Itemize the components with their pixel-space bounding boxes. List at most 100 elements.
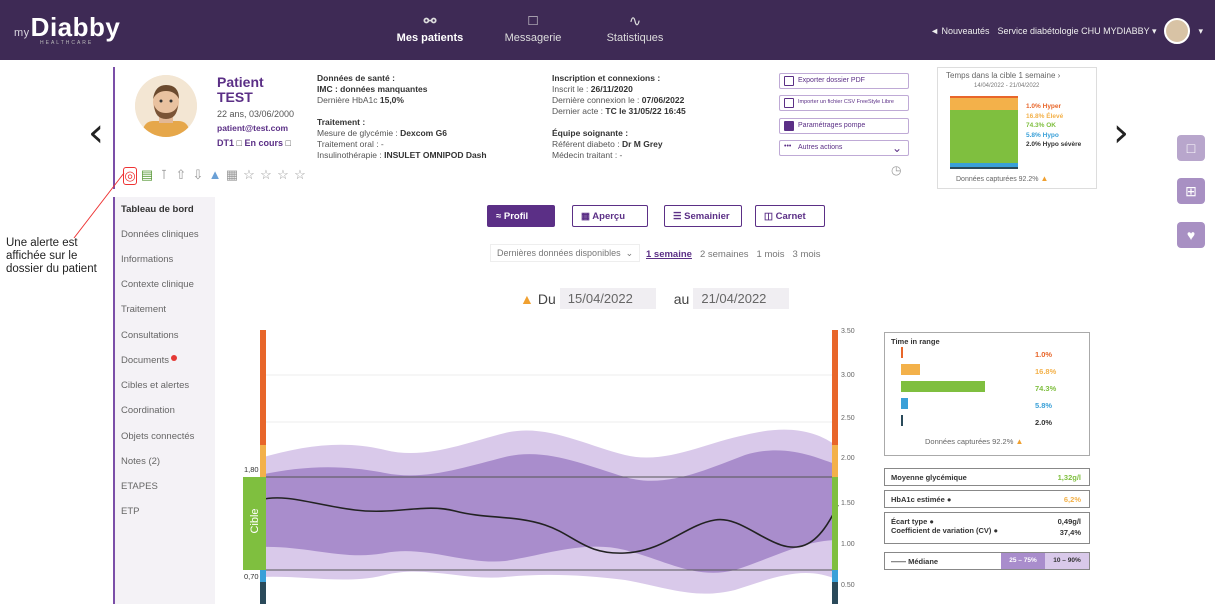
news-link[interactable]: ◄ Nouveautés xyxy=(930,26,989,36)
next-patient-arrow[interactable]: › xyxy=(1113,110,1129,156)
arrow-down-icon[interactable]: ⇩ xyxy=(191,167,205,185)
view-carnet-button[interactable]: ◫ Carnet xyxy=(755,205,825,227)
pump-settings-button[interactable]: Paramétrages pompe xyxy=(779,118,909,134)
nav-messagerie[interactable]: □ Messagerie xyxy=(498,0,568,60)
alert-target-icon[interactable]: ◎ xyxy=(123,167,137,185)
list-icon: ☰ xyxy=(673,211,682,222)
gear-icon xyxy=(784,121,794,131)
view-semainier-button[interactable]: ☰ Semainier xyxy=(664,205,742,227)
period-2-semaines[interactable]: 2 semaines xyxy=(700,249,749,260)
menu-cibles-alertes[interactable]: Cibles et alertes xyxy=(121,380,189,391)
menu-tableau-de-bord[interactable]: Tableau de bord xyxy=(121,204,194,215)
tir-panel-value: 5.8% xyxy=(1035,401,1053,410)
previous-patient-arrow[interactable]: ‹ xyxy=(88,110,104,156)
other-actions-dropdown[interactable]: ••• Autres actions ⌄ xyxy=(779,140,909,156)
period-tabs: 1 semaine 2 semaines 1 mois 3 mois xyxy=(646,249,821,260)
menu-traitement[interactable]: Traitement xyxy=(121,304,166,315)
star-icon[interactable]: ☆ xyxy=(259,167,273,185)
arrow-up-icon[interactable]: ⇧ xyxy=(174,167,188,185)
y-tick-1-50: 1.50 xyxy=(841,500,855,507)
annotation-text: Une alerte est affichée sur le dossier d… xyxy=(6,237,97,275)
menu-etapes[interactable]: ETAPES xyxy=(121,481,158,492)
menu-coordination[interactable]: Coordination xyxy=(121,405,175,416)
menu-objets-connectes[interactable]: Objets connectés xyxy=(121,431,194,442)
tir-card-label: 74.3% OK xyxy=(1026,122,1056,129)
period-3-mois[interactable]: 3 mois xyxy=(793,249,821,260)
bell-icon[interactable]: ▲ xyxy=(208,167,222,185)
view-profil-button[interactable]: ≈ Profil xyxy=(487,205,555,227)
app-logo[interactable]: myDiabby xyxy=(14,12,120,43)
tir-panel-bar xyxy=(901,364,920,375)
user-avatar[interactable] xyxy=(1164,18,1191,44)
y-tick-3-50: 3.50 xyxy=(841,328,855,335)
menu-informations[interactable]: Informations xyxy=(121,254,173,265)
stethoscope-side-button[interactable]: ♥ xyxy=(1177,222,1205,248)
legend-10-90: 10 – 90% xyxy=(1045,553,1089,569)
period-1-mois[interactable]: 1 mois xyxy=(757,249,785,260)
median-legend: —— Médiane xyxy=(891,557,939,566)
star-icon[interactable]: ☆ xyxy=(242,167,256,185)
chevron-down-icon: ⌄ xyxy=(891,141,902,155)
nav-mes-patients[interactable]: ⚯ Mes patients xyxy=(390,0,470,60)
y-tick-2-50: 2.50 xyxy=(841,415,855,422)
chevron-down-icon[interactable]: ▾ xyxy=(1198,26,1203,37)
tir-card-label: 2.0% Hypo sévère xyxy=(1026,141,1082,148)
patient-photo xyxy=(135,75,197,137)
menu-notes[interactable]: Notes (2) xyxy=(121,456,160,467)
tir-card-period: 14/04/2022 - 21/04/2022 xyxy=(974,83,1040,89)
tir-card-segment xyxy=(950,167,1018,169)
top-navbar: myDiabby HEALTHCARE ⚯ Mes patients □ Mes… xyxy=(0,0,1215,60)
glucose-profile-chart: 1,80 0,70 Cible 3.50 3.00 2.50 2.00 1.50… xyxy=(215,325,875,604)
y-tick-0-50: 0.50 xyxy=(841,582,855,589)
app-logo-subtitle: HEALTHCARE xyxy=(40,40,94,46)
period-1-semaine[interactable]: 1 semaine xyxy=(646,249,692,260)
tir-panel-value: 74.3% xyxy=(1035,384,1057,393)
menu-etp[interactable]: ETP xyxy=(121,506,139,517)
range-selector[interactable]: Dernières données disponibles ⌄ xyxy=(490,244,648,262)
chat-icon: □ xyxy=(1186,140,1196,156)
chart-icon[interactable]: ▤ xyxy=(140,167,154,185)
menu-contexte-clinique[interactable]: Contexte clinique xyxy=(121,279,194,290)
calendar-icon: ▦ xyxy=(581,211,590,222)
export-pdf-button[interactable]: Exporter dossier PDF xyxy=(779,73,909,89)
chat-side-button[interactable]: □ xyxy=(1177,135,1205,161)
chat-icon: □ xyxy=(528,12,538,29)
service-selector[interactable]: Service diabétologie CHU MYDIABBY ▾ xyxy=(998,26,1157,37)
alarm-clock-icon[interactable]: ◷ xyxy=(891,163,901,177)
info-icon[interactable]: ● xyxy=(929,517,934,526)
star-icon[interactable]: ☆ xyxy=(276,167,290,185)
date-to-field[interactable]: 21/04/2022 xyxy=(693,288,790,309)
date-from-field[interactable]: 15/04/2022 xyxy=(559,288,656,309)
star-icon[interactable]: ☆ xyxy=(293,167,307,185)
patient-email[interactable]: patient@test.com xyxy=(217,123,288,133)
glucose-icon[interactable]: ⊺ xyxy=(157,167,171,185)
menu-donnees-cliniques[interactable]: Données cliniques xyxy=(121,229,199,240)
tir-panel-bar xyxy=(901,381,985,392)
calendar-icon[interactable]: ▦ xyxy=(225,167,239,185)
time-in-range-card[interactable]: Temps dans la cible 1 semaine › 14/04/20… xyxy=(937,67,1097,189)
info-icon[interactable]: ● xyxy=(994,526,999,535)
legend-25-75: 25 – 75% xyxy=(1001,553,1045,569)
tir-card-title: Temps dans la cible 1 semaine › xyxy=(946,71,1061,80)
patient-type-status: DT1 □ En cours □ xyxy=(217,138,291,148)
patient-name: Patient TEST xyxy=(217,74,264,105)
medical-kit-side-button[interactable]: ⊞ xyxy=(1177,178,1205,204)
tir-card-segment xyxy=(950,109,1018,164)
tir-panel-captured: Données capturées 92.2% ▲ xyxy=(925,437,1024,446)
tir-card-label: 16.8% Élevé xyxy=(1026,112,1064,120)
time-in-range-panel: Time in range 1.0% 16.8% 74.3% 5.8% 2.0% Don… xyxy=(884,332,1090,456)
tir-panel-value: 2.0% xyxy=(1035,418,1053,427)
import-csv-button[interactable]: Importer un fichier CSV FreeStyle Libre xyxy=(779,95,909,111)
menu-documents[interactable]: Documents xyxy=(121,355,178,366)
tir-panel-value: 1.0% xyxy=(1035,350,1053,359)
view-apercu-button[interactable]: ▦ Aperçu xyxy=(572,205,648,227)
tir-card-captured: Données capturées 92.2% ▲ xyxy=(956,174,1049,183)
menu-consultations[interactable]: Consultations xyxy=(121,330,179,341)
tir-panel-title: Time in range xyxy=(891,337,940,346)
target-low-label: 0,70 xyxy=(244,572,259,581)
info-icon[interactable]: ● xyxy=(947,495,952,504)
dots-icon: ••• xyxy=(784,143,792,150)
inscription-block: Inscription et connexions : Inscrit le :… xyxy=(552,73,686,160)
notification-dot xyxy=(171,355,178,361)
nav-statistiques[interactable]: ∿ Statistiques xyxy=(600,0,670,60)
